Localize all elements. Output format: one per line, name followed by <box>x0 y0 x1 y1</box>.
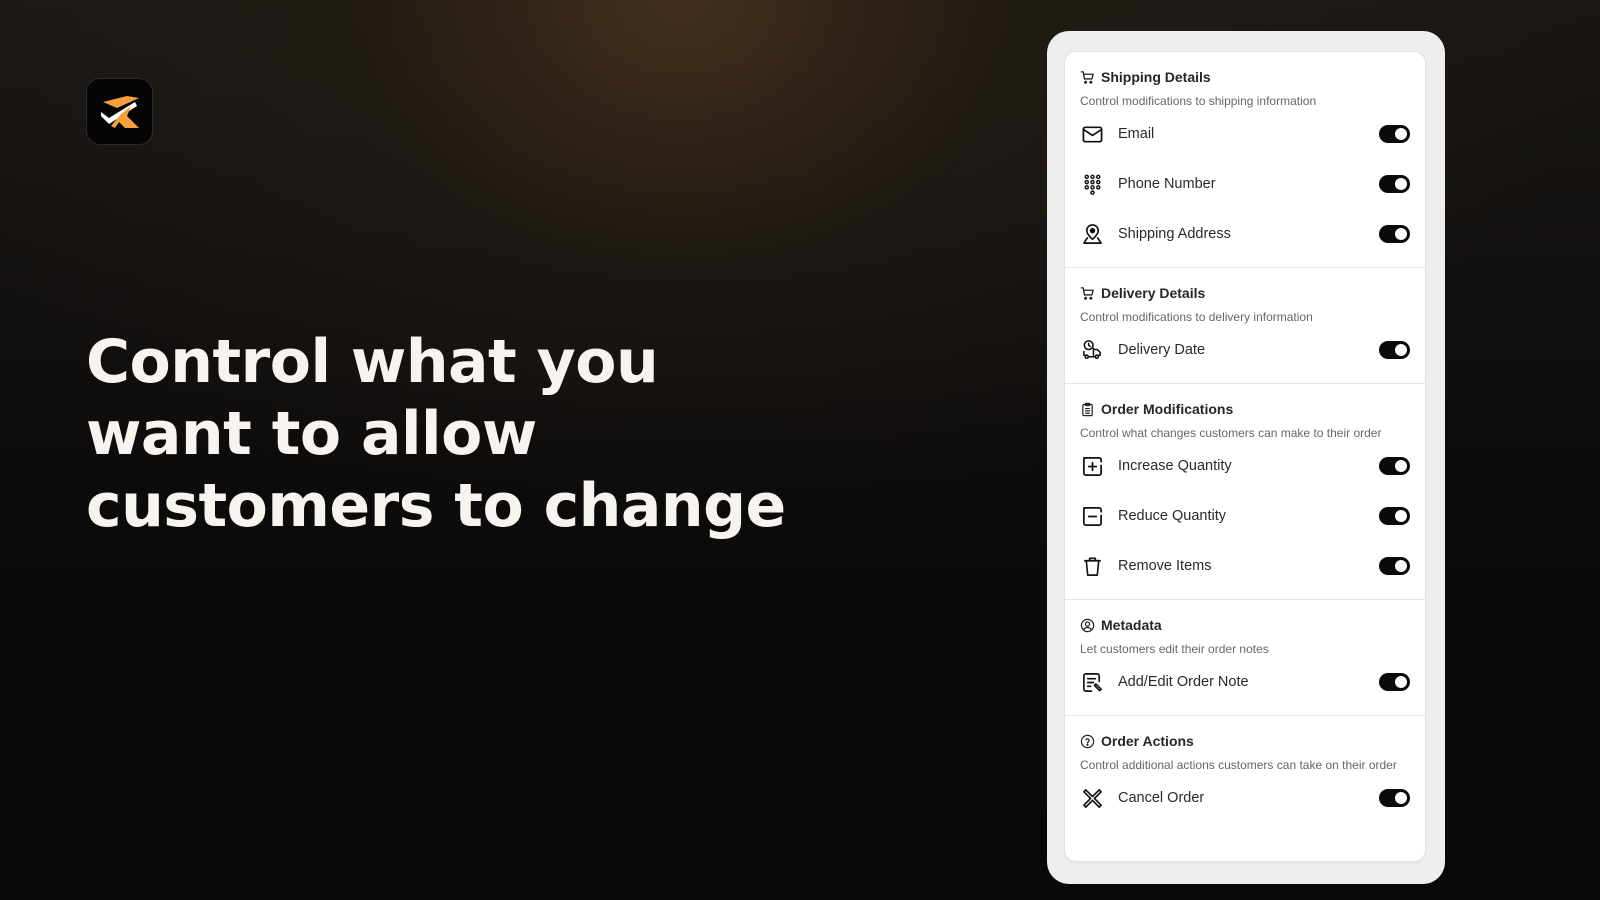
cart-icon <box>1080 286 1094 300</box>
section-description: Control modifications to shipping inform… <box>1080 94 1317 108</box>
dialpad-icon <box>1083 174 1101 195</box>
setting-label: Shipping Address <box>1118 226 1231 242</box>
note-edit-icon <box>1082 672 1102 692</box>
section-order-actions: Order Actions Control additional actions… <box>1065 716 1425 831</box>
section-title: Order Actions <box>1101 733 1194 749</box>
device-frame: Shipping Details Control modifications t… <box>1047 31 1445 884</box>
section-order-modifications: Order Modifications Control what changes… <box>1065 384 1425 600</box>
section-metadata: Metadata Let customers edit their order … <box>1065 600 1425 716</box>
cancel-x-icon <box>1082 788 1102 808</box>
minus-square-icon <box>1082 506 1102 526</box>
setting-label: Delivery Date <box>1118 342 1206 358</box>
section-title: Shipping Details <box>1101 69 1211 85</box>
cancel-order-toggle[interactable] <box>1379 789 1410 807</box>
setting-row-shipping-address: Shipping Address <box>1080 209 1410 259</box>
user-circle-icon <box>1080 618 1095 632</box>
brand-logo-icon <box>100 95 139 128</box>
headline-line: want to allow <box>86 399 537 469</box>
delivery-date-toggle[interactable] <box>1379 341 1410 359</box>
order-note-toggle[interactable] <box>1379 673 1410 691</box>
hero-headline: Control what you want to allow customers… <box>86 326 886 542</box>
setting-row-order-note: Add/Edit Order Note <box>1080 657 1410 707</box>
setting-label: Phone Number <box>1118 176 1216 192</box>
help-circle-icon <box>1080 734 1095 748</box>
setting-label: Add/Edit Order Note <box>1118 674 1249 690</box>
reduce-quantity-toggle[interactable] <box>1379 507 1410 525</box>
map-pin-icon <box>1082 223 1102 244</box>
setting-label: Reduce Quantity <box>1118 508 1227 524</box>
setting-row-delivery-date: Delivery Date <box>1080 325 1410 375</box>
setting-row-email: Email <box>1080 109 1410 159</box>
headline-line: Control what you <box>86 327 659 397</box>
cart-icon <box>1080 70 1094 84</box>
setting-row-increase-quantity: Increase Quantity <box>1080 441 1410 491</box>
section-description: Control additional actions customers can… <box>1080 758 1397 772</box>
section-description: Control what changes customers can make … <box>1080 426 1382 440</box>
section-description: Control modifications to delivery inform… <box>1080 310 1313 324</box>
truck-clock-icon <box>1082 339 1101 359</box>
section-title: Delivery Details <box>1101 285 1206 301</box>
settings-card: Shipping Details Control modifications t… <box>1064 51 1426 862</box>
plus-square-icon <box>1082 456 1102 476</box>
remove-items-toggle[interactable] <box>1379 557 1410 575</box>
phone-number-toggle[interactable] <box>1379 175 1410 193</box>
brand-logo <box>86 78 153 145</box>
trash-icon <box>1083 557 1101 576</box>
increase-quantity-toggle[interactable] <box>1379 457 1410 475</box>
setting-label: Increase Quantity <box>1118 458 1232 474</box>
section-title: Order Modifications <box>1101 401 1234 417</box>
setting-label: Remove Items <box>1118 558 1212 574</box>
setting-label: Email <box>1118 126 1155 142</box>
headline-line: customers to change <box>86 471 786 541</box>
section-description: Let customers edit their order notes <box>1080 642 1269 656</box>
email-toggle[interactable] <box>1379 125 1410 143</box>
setting-label: Cancel Order <box>1118 790 1205 806</box>
section-shipping-details: Shipping Details Control modifications t… <box>1065 52 1425 268</box>
setting-row-remove-items: Remove Items <box>1080 541 1410 591</box>
section-title: Metadata <box>1101 617 1162 633</box>
shipping-address-toggle[interactable] <box>1379 225 1410 243</box>
clipboard-icon <box>1082 402 1093 416</box>
setting-row-reduce-quantity: Reduce Quantity <box>1080 491 1410 541</box>
setting-row-phone-number: Phone Number <box>1080 159 1410 209</box>
setting-row-cancel-order: Cancel Order <box>1080 773 1410 823</box>
section-delivery-details: Delivery Details Control modifications t… <box>1065 268 1425 384</box>
mail-icon <box>1082 125 1102 143</box>
